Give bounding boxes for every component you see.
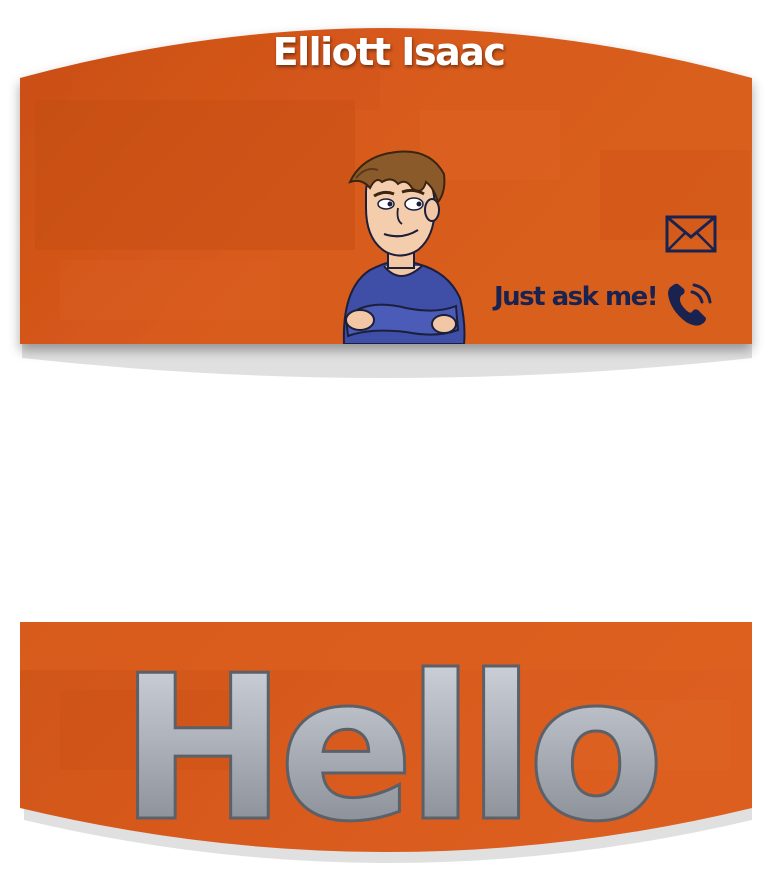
hello-greeting: Hello: [118, 638, 667, 838]
bottom-band: Hello: [0, 600, 777, 886]
tagline: Just ask me!: [494, 282, 659, 312]
envelope-icon[interactable]: [665, 215, 717, 253]
top-band: Elliott Isaac Just ask me!: [0, 0, 777, 380]
hello-text: Hello: [119, 638, 657, 838]
phone-icon[interactable]: [664, 280, 716, 330]
avatar: [342, 150, 466, 344]
badge-name: Elliott Isaac: [272, 30, 506, 74]
